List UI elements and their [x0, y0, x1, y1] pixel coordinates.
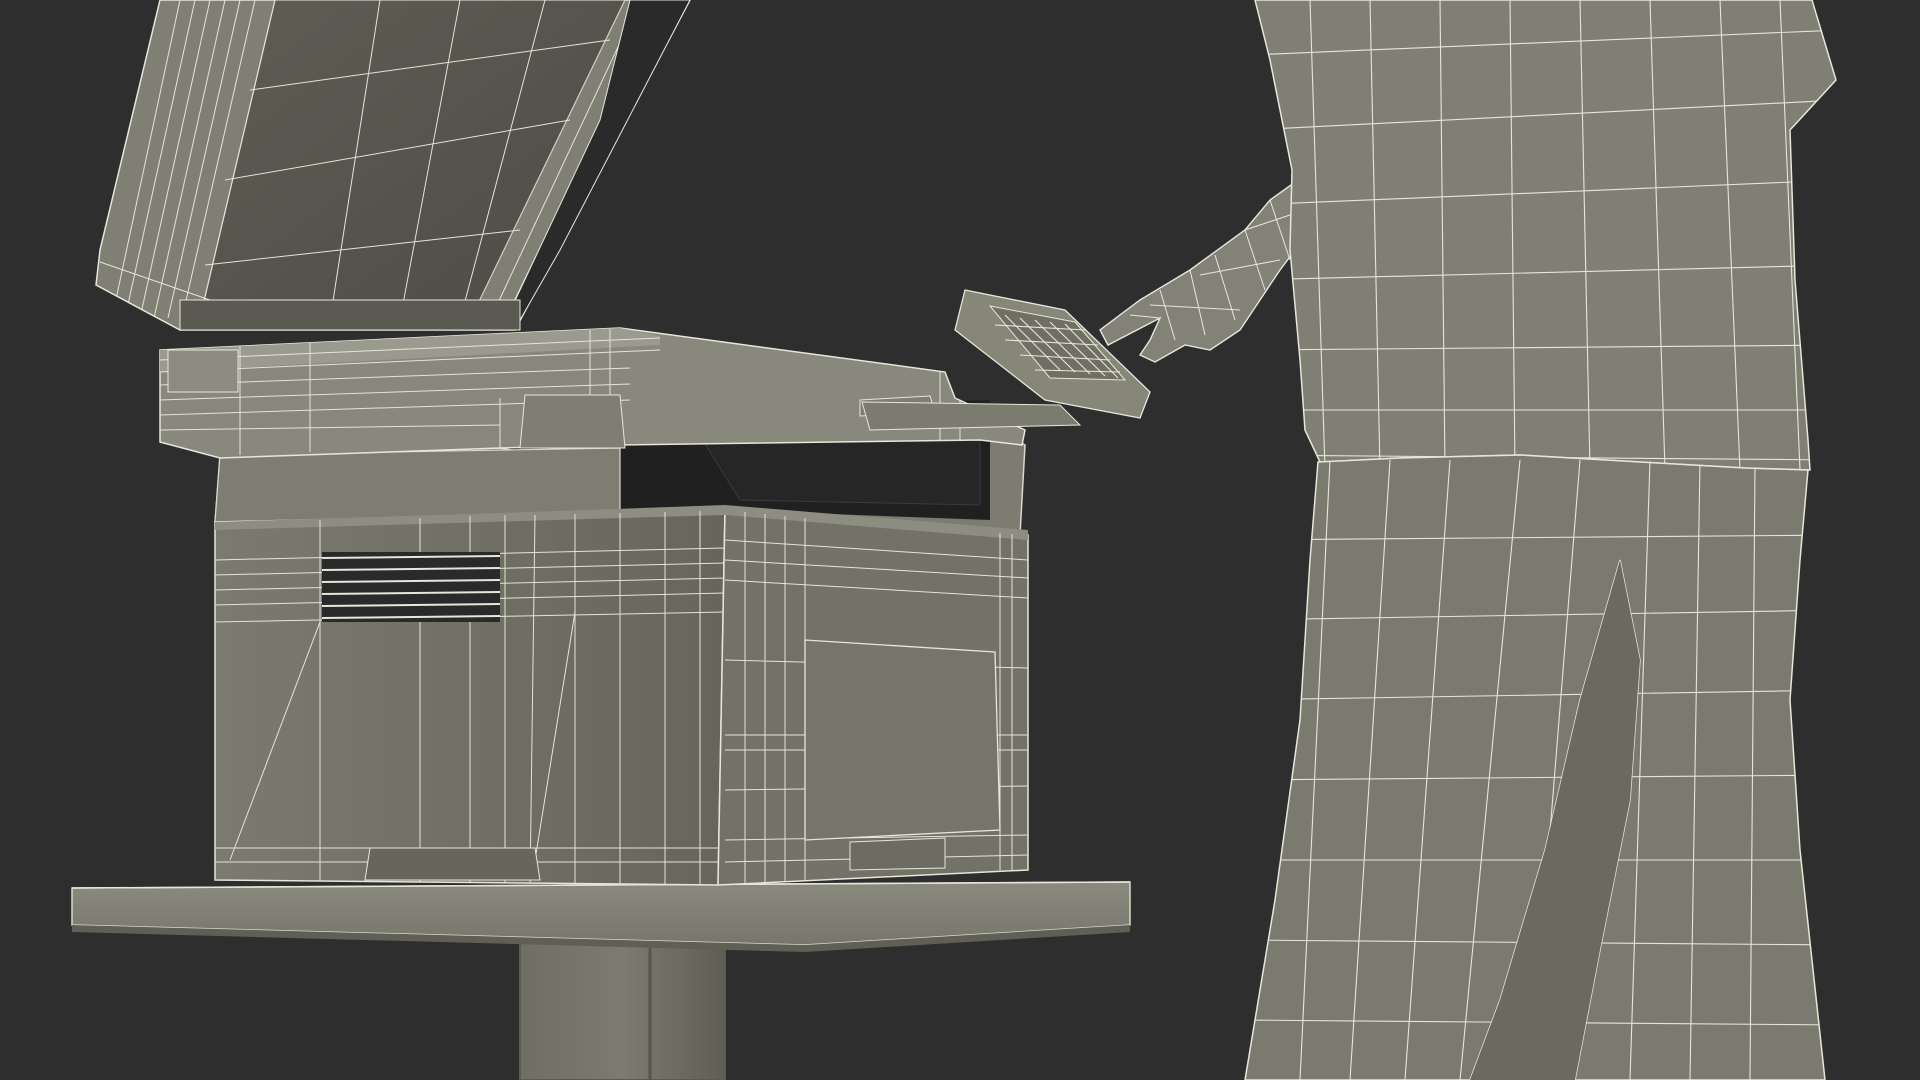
side-tray: [849, 837, 946, 871]
operator-shirt: [1254, 0, 1837, 471]
printer-vent: [321, 552, 501, 622]
operator-pants: [1244, 454, 1826, 1080]
printer-side-door: [804, 639, 1001, 841]
wireframe-scene: [0, 0, 1920, 1080]
paper-tray: [364, 847, 541, 881]
render-viewport: [0, 0, 1920, 1080]
